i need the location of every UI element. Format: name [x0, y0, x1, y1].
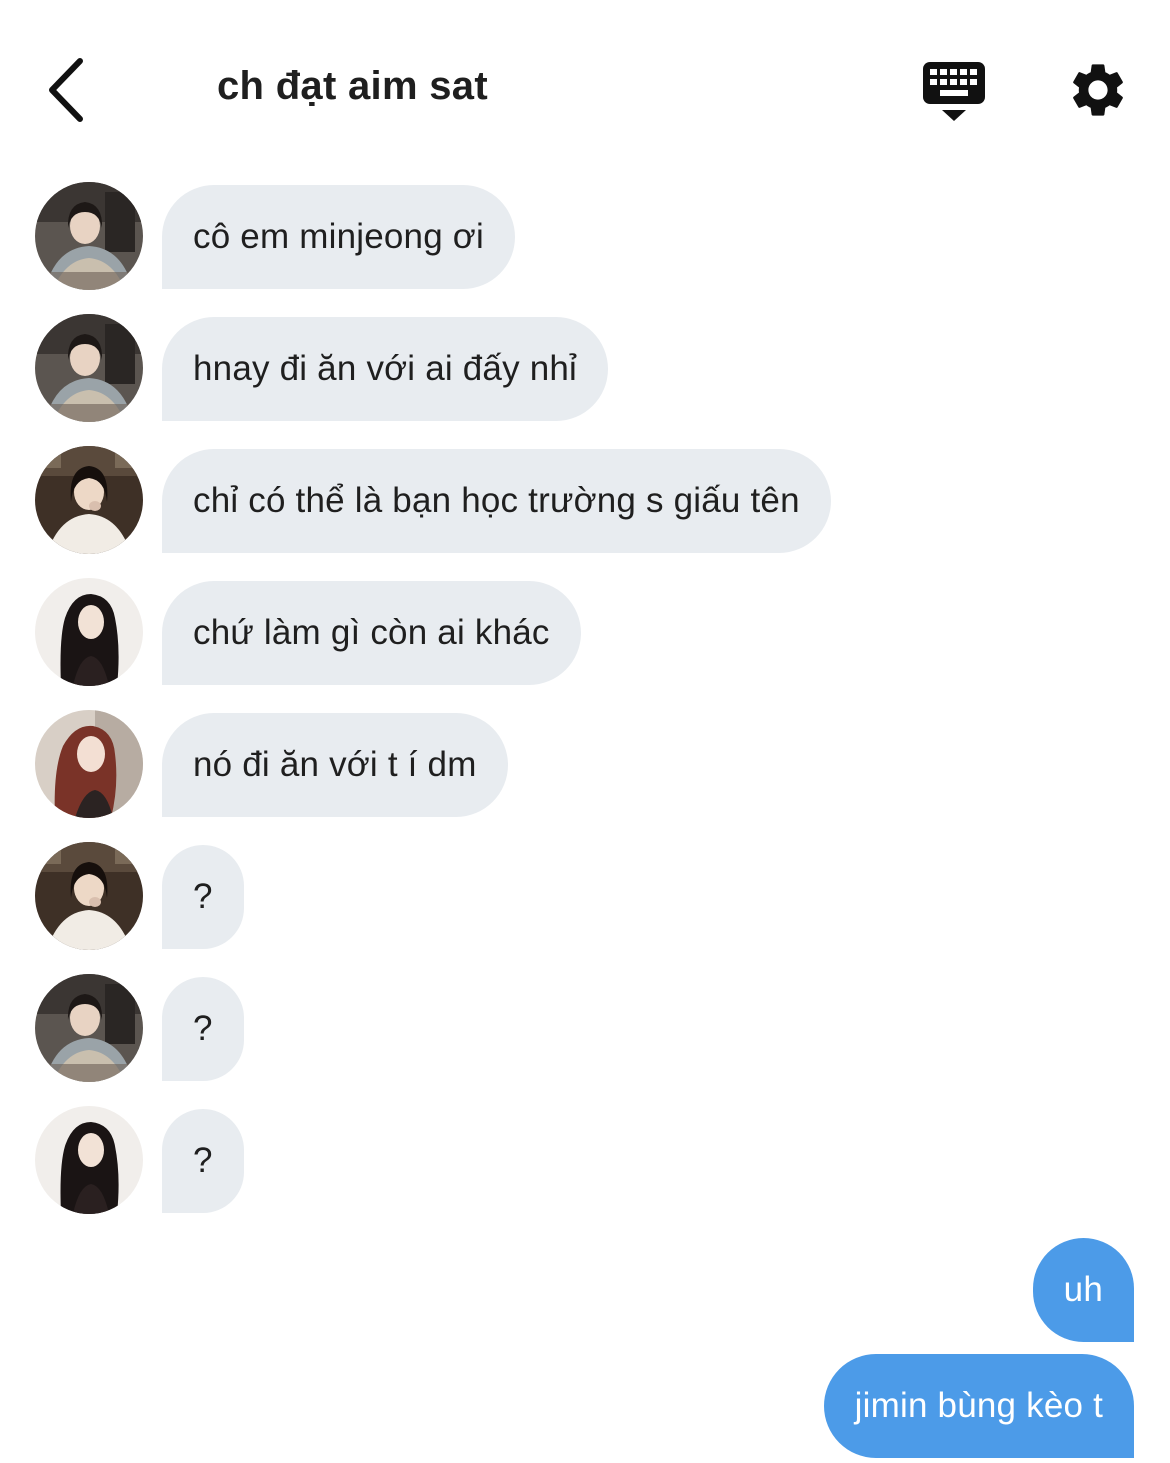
incoming-message-bubble[interactable]: ? — [162, 845, 244, 949]
outgoing-message-bubble[interactable]: jimin bùng kèo t — [823, 1354, 1134, 1458]
incoming-message-bubble[interactable]: nó đi ăn với t í dm — [162, 713, 508, 817]
incoming-message-bubble[interactable]: cô em minjeong ơi — [162, 185, 515, 289]
chat-title: ch đạt aim sat — [217, 64, 488, 108]
avatar[interactable] — [35, 446, 143, 554]
avatar[interactable] — [35, 314, 143, 422]
avatar[interactable] — [35, 842, 143, 950]
incoming-message-bubble[interactable]: ? — [162, 1109, 244, 1213]
back-button[interactable] — [40, 55, 100, 125]
incoming-message-bubble[interactable]: chỉ có thể là bạn học trường s giấu tên — [162, 449, 831, 553]
keyboard-hide-icon — [923, 62, 985, 121]
chevron-left-icon — [49, 58, 83, 122]
settings-button[interactable] — [1066, 58, 1130, 122]
chat-header: ch đạt aim sat — [0, 0, 1170, 160]
avatar[interactable] — [35, 182, 143, 290]
avatar[interactable] — [35, 578, 143, 686]
avatar[interactable] — [35, 710, 143, 818]
keyboard-toggle-button[interactable] — [920, 58, 988, 126]
avatar[interactable] — [35, 1106, 143, 1214]
outgoing-message-bubble[interactable]: uh — [1032, 1238, 1134, 1342]
incoming-message-bubble[interactable]: hnay đi ăn với ai đấy nhỉ — [162, 317, 609, 421]
incoming-message-bubble[interactable]: chứ làm gì còn ai khác — [162, 581, 581, 685]
incoming-message-bubble[interactable]: ? — [162, 977, 244, 1081]
gear-icon — [1073, 64, 1123, 116]
avatar[interactable] — [35, 974, 143, 1082]
